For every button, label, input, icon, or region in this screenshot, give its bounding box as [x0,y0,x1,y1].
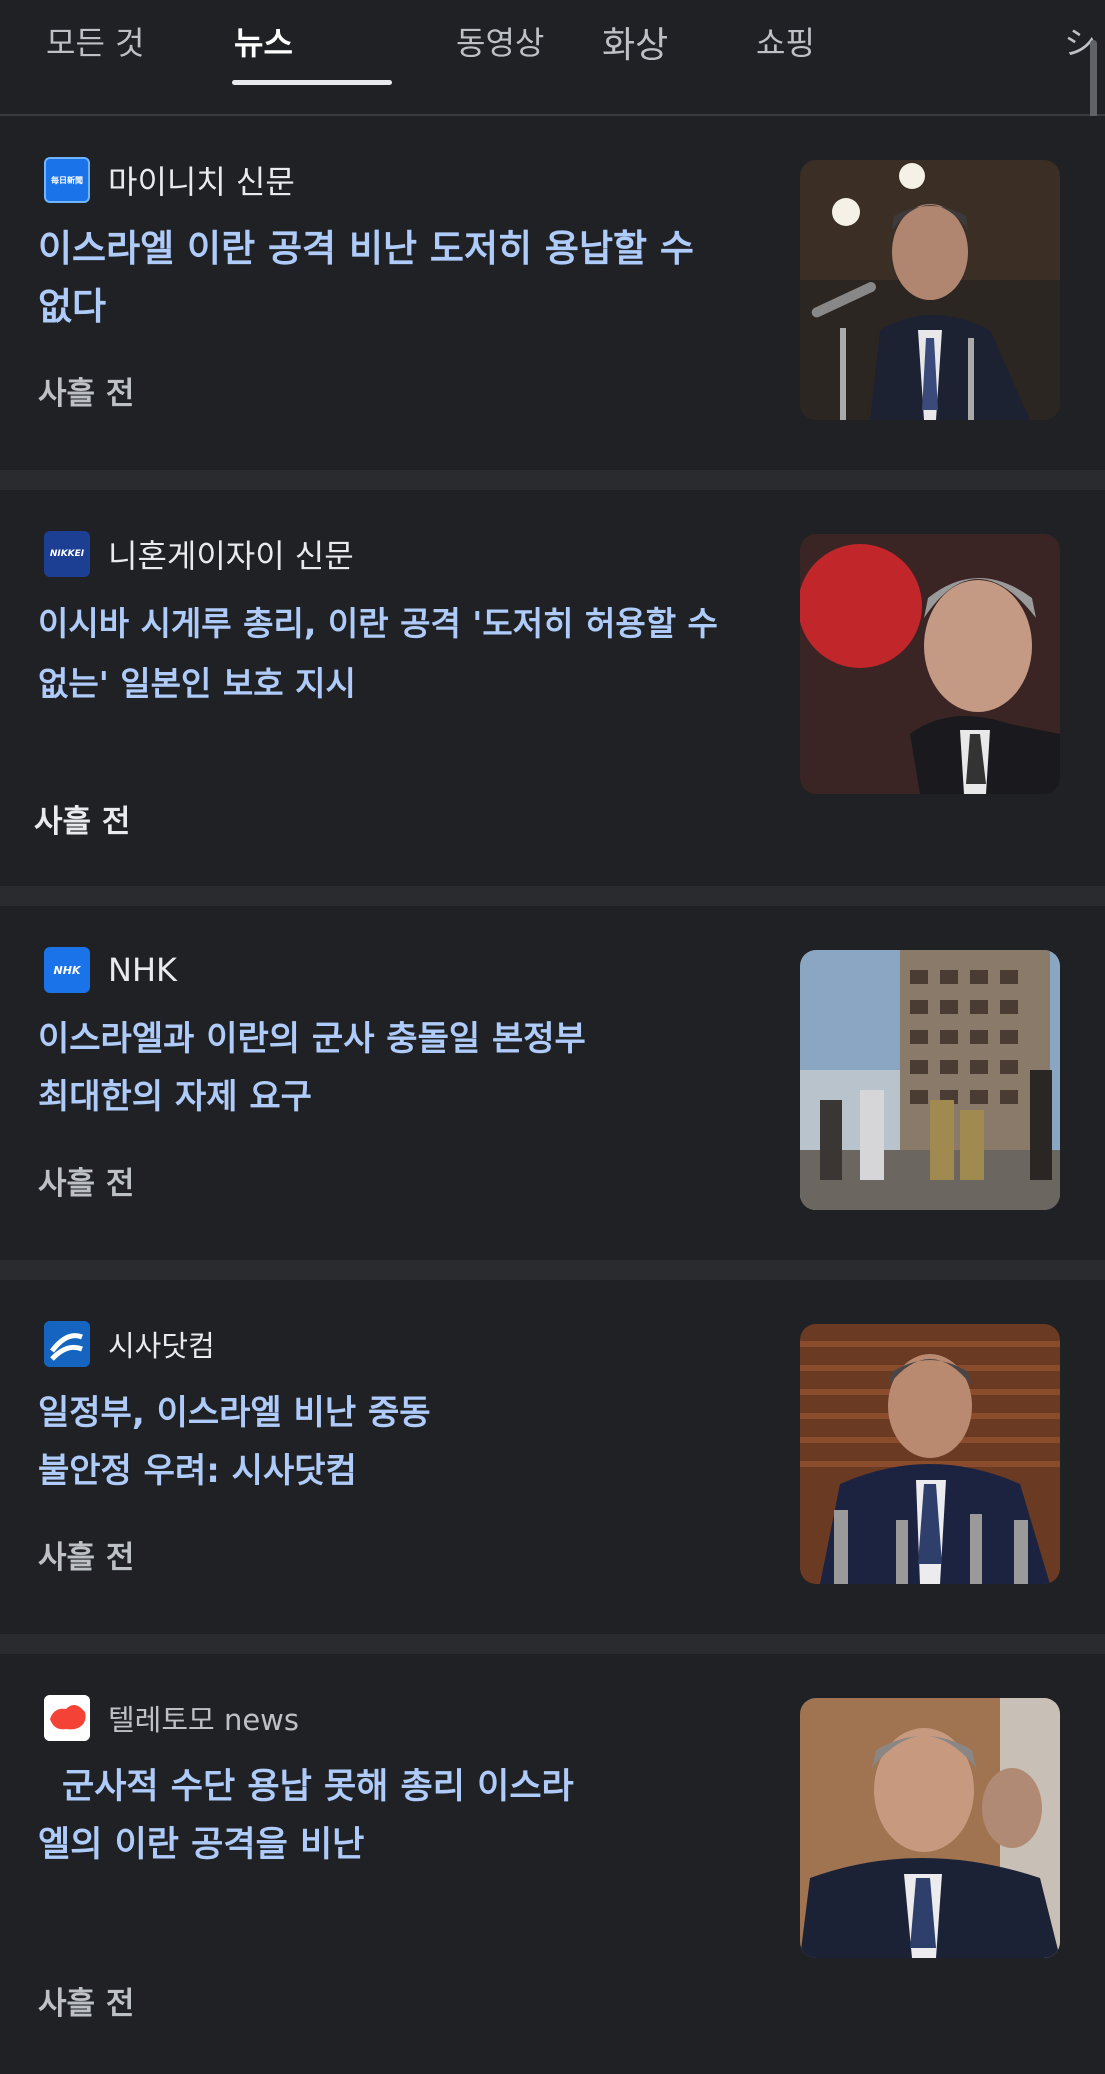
news-card[interactable]: NIKKEI 니혼게이자이 신문 이시바 시게루 총리, 이란 공격 '도저히 … [0,490,1105,906]
article-thumbnail[interactable] [800,950,1060,1210]
tab-shopping[interactable]: 쇼핑 [756,18,815,64]
publish-time: 사흘 전 [38,1166,135,1202]
headline-link[interactable]: 이시바 시게루 총리, 이란 공격 '도저히 허용할 수 없는' 일본인 보호 … [38,594,738,714]
news-source: 텔레토모 news [44,1694,299,1742]
tab-news[interactable]: 뉴스 [234,18,293,64]
news-source: 毎日新聞 마이니치 신문 [44,156,295,204]
source-name: 시사닷컴 [108,1329,215,1363]
source-name: 텔레토모 news [108,1703,299,1737]
source-logo-icon [44,1695,90,1741]
source-logo-icon: NHK [44,947,90,993]
news-card[interactable]: 毎日新聞 마이니치 신문 이스라엘 이란 공격 비난 도저히 용납할 수 없다 … [0,116,1105,490]
source-name: 마이니치 신문 [108,163,295,201]
news-source: 시사닷컴 [44,1320,215,1368]
source-logo-icon [44,1321,90,1367]
news-card[interactable]: NHK NHK 이스라엘과 이란의 군사 충돌일 본정부 최대한의 자제 요구 … [0,906,1105,1280]
headline-link[interactable]: 군사적 수단 용납 못해 총리 이스라엘의 이란 공격을 비난 [38,1758,598,1874]
source-logo-icon: NIKKEI [44,531,90,577]
headline-link[interactable]: 일정부, 이스라엘 비난 중동 불안정 우려: 시사닷컴 [38,1384,458,1500]
tab-videos[interactable]: 동영상 [456,18,544,64]
source-name: 니혼게이자이 신문 [108,537,354,575]
tab-all[interactable]: 모든 것 [46,18,145,64]
search-tabs: 모든 것 뉴스 동영상 화상 쇼핑 シ [0,0,1105,116]
article-thumbnail[interactable] [800,1698,1060,1958]
news-card[interactable]: 텔레토모 news 군사적 수단 용납 못해 총리 이스라엘의 이란 공격을 비… [0,1654,1105,2074]
news-source: NHK NHK [44,946,177,994]
news-source: NIKKEI 니혼게이자이 신문 [44,530,354,578]
active-tab-indicator [232,80,392,85]
article-thumbnail[interactable] [800,160,1060,420]
headline-link[interactable]: 이스라엘과 이란의 군사 충돌일 본정부 최대한의 자제 요구 [38,1010,598,1126]
news-card[interactable]: 시사닷컴 일정부, 이스라엘 비난 중동 불안정 우려: 시사닷컴 사흘 전 [0,1280,1105,1654]
publish-time: 사흘 전 [34,804,131,840]
article-thumbnail[interactable] [800,534,1060,794]
source-name: NHK [108,951,177,989]
publish-time: 사흘 전 [38,1986,135,2022]
publish-time: 사흘 전 [38,1540,135,1576]
headline-link[interactable]: 이스라엘 이란 공격 비난 도저히 용납할 수 없다 [38,220,738,336]
tab-images[interactable]: 화상 [602,16,668,68]
publish-time: 사흘 전 [38,376,135,412]
article-thumbnail[interactable] [800,1324,1060,1584]
source-logo-icon: 毎日新聞 [44,157,90,203]
